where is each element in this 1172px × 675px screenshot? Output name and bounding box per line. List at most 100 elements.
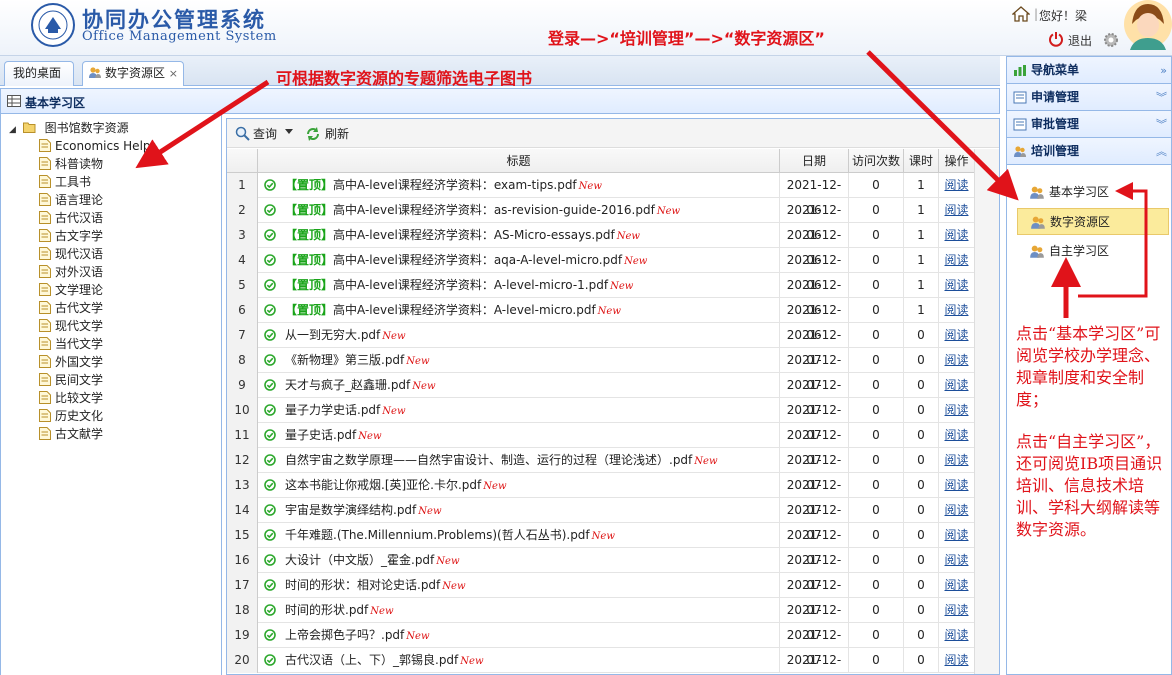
tree-item[interactable]: 语言理论 (39, 191, 103, 209)
table-row[interactable]: 3 【置顶】高中A-level课程经济学资料：AS-Micro-essays.pd… (227, 223, 974, 267)
chevron-down-icon[interactable] (285, 129, 293, 134)
table-row[interactable]: 9 天才与疯子_赵鑫珊.pdf New 2021-12-07 0 0 阅读 (227, 373, 974, 417)
tree-item[interactable]: 比较文学 (39, 389, 103, 407)
title-cell[interactable]: 天才与疯子_赵鑫珊.pdf New (258, 373, 780, 398)
title-cell[interactable]: 量子力学史话.pdf New (258, 398, 780, 423)
nav-item-basic-learning[interactable]: 基本学习区 (1017, 179, 1169, 206)
table-row[interactable]: 20古代汉语（上、下）_郭锡良.pdfNew2021-12-0700阅读 (227, 648, 974, 673)
column-header-visits[interactable]: 访问次数 (849, 149, 904, 173)
tree-item[interactable]: 古文字学 (39, 227, 103, 245)
tree-root[interactable]: ◢ 图书馆数字资源 (9, 119, 129, 137)
tree-item[interactable]: 当代文学 (39, 335, 103, 353)
table-row[interactable]: 11 量子史话.pdf New 2021-12-07 0 0 阅读 (227, 423, 974, 467)
title-cell[interactable]: 上帝会掷色子吗？.pdf New (258, 623, 780, 648)
tree-item[interactable]: 历史文化 (39, 407, 103, 425)
nav-head-approval[interactable]: 审批管理 ︾ (1007, 111, 1171, 138)
tree-item[interactable]: 现代汉语 (39, 245, 103, 263)
title-cell[interactable]: 大设计（中文版）_霍金.pdf New (258, 548, 780, 573)
title-cell[interactable]: 【置顶】高中A-level课程经济学资料：exam-tips.pdf New (258, 173, 780, 198)
home-icon[interactable] (1012, 6, 1030, 22)
table-row[interactable]: 14 宇宙是数学演绎结构.pdf New 2021-12-07 0 0 阅读 (227, 498, 974, 542)
tree-item[interactable]: 对外汉语 (39, 263, 103, 281)
double-chevron-up-icon[interactable]: ︽ (1156, 138, 1167, 165)
title-cell[interactable]: 时间的形状：相对论史话.pdf New (258, 573, 780, 598)
tree-item[interactable]: Economics Help (39, 137, 151, 155)
table-row[interactable]: 10 量子力学史话.pdf New 2021-12-07 0 0 阅读 (227, 398, 974, 442)
search-button[interactable]: 查询 (233, 125, 277, 143)
double-chevron-down-icon[interactable]: ︾ (1156, 84, 1167, 111)
title-cell[interactable]: 时间的形状.pdf New (258, 598, 780, 623)
table-row[interactable]: 5 【置顶】高中A-level课程经济学资料：A-level-micro-1.pd… (227, 273, 974, 317)
power-icon[interactable] (1048, 31, 1064, 47)
tree-item[interactable]: 文学理论 (39, 281, 103, 299)
nav-item-digital-resources[interactable]: 数字资源区 (1017, 208, 1169, 235)
table-row[interactable]: 7 从一到无穷大.pdf New 2021-12-07 0 0 阅读 (227, 323, 974, 367)
table-row[interactable]: 18 时间的形状.pdf New 2021-12-07 0 0 阅读 (227, 598, 974, 642)
read-link[interactable]: 阅读 (944, 253, 968, 267)
double-chevron-down-icon[interactable]: ︾ (1156, 111, 1167, 138)
tree-item[interactable]: 古代汉语 (39, 209, 103, 227)
read-link[interactable]: 阅读 (944, 628, 968, 642)
table-row[interactable]: 8 《新物理》第三版.pdf New 2021-12-07 0 0 阅读 (227, 348, 974, 392)
logout-link[interactable]: 退出 (1068, 32, 1092, 49)
title-cell[interactable]: 自然宇宙之数学原理——自然宇宙设计、制造、运行的过程（理论浅述）.pdf New (258, 448, 780, 473)
read-link[interactable]: 阅读 (944, 353, 968, 367)
read-link[interactable]: 阅读 (944, 178, 968, 192)
table-row[interactable]: 15 千年难题.(The.Millennium.Problems)(哲人石丛书).… (227, 523, 974, 567)
tree-item[interactable]: 外国文学 (39, 353, 103, 371)
nav-head-training[interactable]: 培训管理 ︽ (1007, 138, 1171, 165)
column-header-action[interactable]: 操作 (939, 149, 974, 173)
title-cell[interactable]: 【置顶】高中A-level课程经济学资料：as-revision-guide-2… (258, 198, 780, 223)
table-row[interactable]: 4 【置顶】高中A-level课程经济学资料：aqa-A-level-micro.… (227, 248, 974, 292)
title-cell[interactable]: 千年难题.(The.Millennium.Problems)(哲人石丛书).pd… (258, 523, 780, 548)
refresh-button[interactable]: 刷新 (305, 125, 349, 143)
nav-head-application[interactable]: 申请管理 ︾ (1007, 84, 1171, 111)
read-link[interactable]: 阅读 (944, 328, 968, 342)
gear-icon[interactable] (1102, 31, 1120, 49)
column-header-title[interactable]: 标题 (258, 149, 780, 173)
read-link[interactable]: 阅读 (944, 653, 968, 667)
nav-head-navigation-menu[interactable]: 导航菜单 » (1007, 57, 1171, 84)
title-cell[interactable]: 宇宙是数学演绎结构.pdf New (258, 498, 780, 523)
read-link[interactable]: 阅读 (944, 378, 968, 392)
vertical-scrollbar[interactable] (974, 149, 999, 674)
column-header-hours[interactable]: 课时 (904, 149, 939, 173)
read-link[interactable]: 阅读 (944, 553, 968, 567)
read-link[interactable]: 阅读 (944, 278, 968, 292)
read-link[interactable]: 阅读 (944, 403, 968, 417)
title-cell[interactable]: 量子史话.pdf New (258, 423, 780, 448)
tab-my-desktop[interactable]: 我的桌面 (4, 61, 74, 86)
tree-item[interactable]: 科普读物 (39, 155, 103, 173)
table-row[interactable]: 16 大设计（中文版）_霍金.pdf New 2021-12-07 0 0 阅读 (227, 548, 974, 592)
title-cell[interactable]: 这本书能让你戒烟.[英]亚伦.卡尔.pdf New (258, 473, 780, 498)
read-link[interactable]: 阅读 (944, 603, 968, 617)
read-link[interactable]: 阅读 (944, 503, 968, 517)
column-header-date[interactable]: 日期 (780, 149, 849, 173)
avatar[interactable] (1124, 0, 1172, 50)
table-row[interactable]: 12 自然宇宙之数学原理——自然宇宙设计、制造、运行的过程（理论浅述）.pdf Ne… (227, 448, 974, 492)
tree-item[interactable]: 民间文学 (39, 371, 103, 389)
tree-item[interactable]: 现代文学 (39, 317, 103, 335)
collapse-arrow-icon[interactable]: ◢ (9, 121, 19, 139)
read-link[interactable]: 阅读 (944, 428, 968, 442)
tree-item[interactable]: 工具书 (39, 173, 91, 191)
title-cell[interactable]: 【置顶】高中A-level课程经济学资料：A-level-micro-1.pdf… (258, 273, 780, 298)
title-cell[interactable]: 从一到无穷大.pdf New (258, 323, 780, 348)
nav-item-self-learning[interactable]: 自主学习区 (1017, 238, 1169, 265)
table-row[interactable]: 2 【置顶】高中A-level课程经济学资料：as-revision-guide-… (227, 198, 974, 242)
table-row[interactable]: 13 这本书能让你戒烟.[英]亚伦.卡尔.pdf New 2021-12-07 0 0 阅读 (227, 473, 974, 517)
table-row[interactable]: 19 上帝会掷色子吗？.pdf New 2021-12-07 0 0 阅读 (227, 623, 974, 667)
read-link[interactable]: 阅读 (944, 478, 968, 492)
read-link[interactable]: 阅读 (944, 578, 968, 592)
read-link[interactable]: 阅读 (944, 228, 968, 242)
tree-item[interactable]: 古文献学 (39, 425, 103, 443)
tab-digital-resources[interactable]: 数字资源区 × (82, 61, 184, 86)
read-link[interactable]: 阅读 (944, 203, 968, 217)
title-cell[interactable]: 【置顶】高中A-level课程经济学资料：A-level-micro.pdf Ne… (258, 298, 780, 323)
tree-item[interactable]: 古代文学 (39, 299, 103, 317)
table-row[interactable]: 6 【置顶】高中A-level课程经济学资料：A-level-micro.pdf N… (227, 298, 974, 342)
read-link[interactable]: 阅读 (944, 303, 968, 317)
title-cell[interactable]: 【置顶】高中A-level课程经济学资料：aqa-A-level-micro.p… (258, 248, 780, 273)
table-row[interactable]: 17 时间的形状：相对论史话.pdf New 2021-12-07 0 0 阅读 (227, 573, 974, 617)
title-cell[interactable]: 古代汉语（上、下）_郭锡良.pdf New (258, 648, 780, 673)
